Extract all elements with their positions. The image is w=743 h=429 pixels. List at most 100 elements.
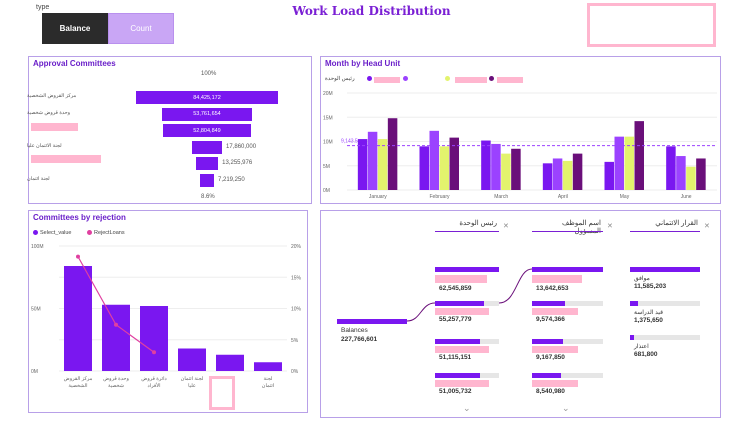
month-bar[interactable]: [419, 146, 430, 190]
funnel-row-label: وحدة قروض شخصية: [27, 109, 71, 116]
month-bar-chart: 20M 15M 10M 5M 0M January February March April Ma…: [323, 91, 717, 200]
x-tick-label: June: [681, 194, 692, 200]
decomp-root-bar[interactable]: [337, 319, 407, 324]
approval-committees-panel: Approval Committees 100% 8.6% 84,425,172…: [27, 56, 312, 204]
month-bar[interactable]: [614, 136, 625, 190]
rejection-bar[interactable]: [216, 354, 244, 371]
reject-point[interactable]: [152, 350, 156, 355]
decomp-category-label: اعتذار: [634, 344, 649, 350]
month-bar[interactable]: [552, 158, 563, 190]
rejection-bar[interactable]: [254, 362, 282, 371]
reject-point[interactable]: [114, 322, 118, 327]
month-bar[interactable]: [572, 153, 583, 190]
redacted-label: [532, 275, 582, 283]
funnel-bar[interactable]: [200, 173, 214, 187]
chevron-down-icon[interactable]: ⌄: [562, 403, 570, 414]
rejection-bar-chart: 100M 50M 0M 20% 15% 10% 5% 0% مركز القروضالشخصية…: [31, 244, 302, 389]
month-bar[interactable]: [666, 146, 676, 190]
month-bar[interactable]: [696, 158, 706, 190]
month-bar[interactable]: [624, 136, 635, 190]
x-tick-label: April: [558, 194, 568, 200]
decomp-value: 62,545,859: [439, 285, 472, 292]
month-bar[interactable]: [604, 161, 615, 190]
decomp-bar[interactable]: [435, 267, 499, 272]
funnel-bar[interactable]: [195, 157, 219, 170]
decomp-connector: [406, 302, 436, 322]
decomp-category-label: موافق: [634, 276, 650, 282]
month-bar[interactable]: [686, 166, 696, 190]
funnel-bar[interactable]: 84,425,172: [136, 91, 278, 104]
y-tick-label: 10M: [323, 140, 333, 146]
month-bar[interactable]: [676, 156, 686, 190]
approval-committees-title: Approval Committees: [33, 59, 116, 68]
x-tick-label: دائرة قروض: [141, 376, 166, 382]
month-bar[interactable]: [387, 118, 398, 190]
month-bar[interactable]: [367, 131, 378, 190]
chevron-down-icon[interactable]: ⌄: [463, 403, 471, 414]
decomp-value: 1,375,650: [634, 317, 663, 324]
decomp-value: 9,167,850: [536, 354, 565, 361]
rejection-bar[interactable]: [102, 304, 130, 371]
reject-point[interactable]: [76, 254, 80, 259]
x-tick-label: January: [369, 194, 387, 200]
decomp-bar[interactable]: [435, 339, 480, 344]
decomp-bar[interactable]: [435, 373, 480, 378]
decomp-value: 51,115,151: [439, 354, 472, 361]
decomp-column-header: القرار الائتماني: [655, 220, 698, 227]
rejection-bar[interactable]: [64, 266, 92, 371]
decomp-bar[interactable]: [630, 335, 635, 340]
x-tick-label: وحدة قروض: [103, 376, 129, 382]
funnel-bar[interactable]: 52,804,849: [162, 124, 252, 137]
funnel-bar[interactable]: 53,761,654: [161, 107, 253, 121]
decomp-bar[interactable]: [630, 267, 700, 272]
y-right-tick-label: 10%: [291, 307, 302, 313]
funnel-value: 7,219,250: [218, 176, 245, 183]
decomp-bar[interactable]: [630, 301, 639, 306]
funnel-bar[interactable]: [191, 140, 222, 154]
month-bar[interactable]: [377, 139, 388, 190]
month-bar[interactable]: [542, 163, 553, 190]
month-bar[interactable]: [491, 143, 501, 190]
month-bar[interactable]: [439, 146, 450, 190]
decomp-header-underline: [630, 231, 700, 232]
month-bar[interactable]: [634, 121, 645, 190]
rejection-bar[interactable]: [178, 348, 206, 372]
decomp-value: 51,005,732: [439, 388, 472, 395]
month-bar[interactable]: [511, 148, 521, 190]
y-right-tick-label: 0%: [291, 369, 299, 375]
redacted-label: [435, 346, 489, 353]
decomp-bar[interactable]: [532, 339, 564, 344]
x-tick-label: الشخصية: [68, 383, 87, 389]
y-left-tick-label: 50M: [31, 307, 41, 313]
decomp-bar[interactable]: [532, 267, 603, 272]
x-tick-label: عليا: [188, 383, 196, 389]
x-tick-label: May: [620, 194, 630, 200]
month-bar[interactable]: [481, 140, 491, 190]
close-icon[interactable]: ✕: [704, 222, 710, 230]
month-bar[interactable]: [429, 130, 440, 190]
month-bar[interactable]: [562, 160, 573, 190]
decomp-bar[interactable]: [532, 373, 562, 378]
redacted-label: [31, 123, 78, 131]
close-icon[interactable]: ✕: [503, 222, 509, 230]
decomp-bar[interactable]: [532, 301, 565, 306]
funnel-value: 17,860,000: [226, 143, 257, 150]
decomp-value: 681,800: [634, 351, 658, 358]
redacted-label: [532, 346, 578, 353]
redacted-label: [435, 275, 487, 283]
decomp-value: 8,540,980: [536, 388, 565, 395]
month-by-head-unit-panel: Month by Head Unit رئيس الوحدة 20M 15M 10M…: [320, 56, 721, 204]
decomp-root-label: Balances: [341, 327, 368, 334]
redacted-box: [587, 3, 716, 47]
rejection-bar[interactable]: [140, 306, 168, 371]
funnel-top-percent: 100%: [201, 71, 217, 77]
redacted-label: [532, 380, 578, 387]
y-tick-label: 20M: [323, 91, 333, 97]
month-bar[interactable]: [501, 153, 511, 190]
decomp-bar[interactable]: [435, 301, 484, 306]
decomp-bar-track: [630, 301, 700, 306]
y-left-tick-label: 100M: [31, 244, 44, 250]
close-icon[interactable]: ✕: [607, 222, 613, 230]
month-bar[interactable]: [357, 139, 368, 190]
decomp-connector: [498, 268, 533, 304]
